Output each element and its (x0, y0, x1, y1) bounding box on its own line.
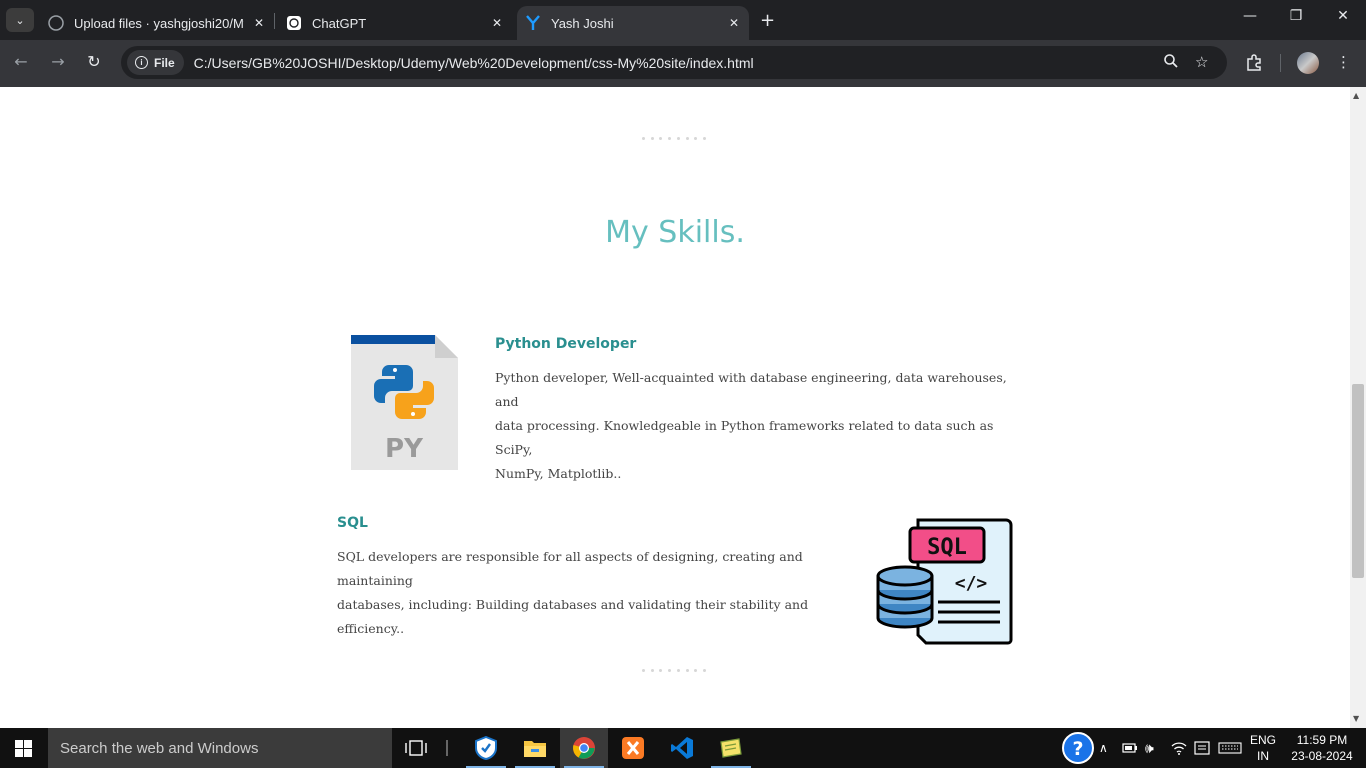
address-bar[interactable]: i File C:/Users/GB%20JOSHI/Desktop/Udemy… (121, 46, 1227, 79)
info-icon: i (135, 56, 148, 69)
close-tab-icon[interactable]: ✕ (254, 16, 264, 30)
bottom-dotted-divider (642, 669, 706, 673)
close-window-icon[interactable]: ✕ (1331, 8, 1355, 24)
profile-avatar[interactable] (1297, 52, 1319, 74)
svg-text:PY: PY (385, 434, 424, 464)
help-icon[interactable]: ? (1062, 728, 1094, 768)
skill-title-sql: SQL (337, 515, 368, 531)
vscode-icon[interactable] (658, 728, 706, 768)
forward-arrow-icon[interactable]: → (47, 52, 69, 71)
battery-icon[interactable] (1122, 728, 1138, 768)
site-info-chip[interactable]: i File (127, 50, 184, 75)
tab-search-button[interactable]: ⌄ (6, 8, 34, 32)
close-tab-icon[interactable]: ✕ (492, 16, 502, 30)
search-placeholder: Search the web and Windows (60, 739, 259, 757)
close-tab-icon[interactable]: ✕ (729, 16, 739, 30)
url-text[interactable]: C:/Users/GB%20JOSHI/Desktop/Udemy/Web%20… (194, 55, 754, 71)
zoom-icon[interactable] (1163, 53, 1179, 73)
extensions-icon[interactable] (1245, 53, 1263, 75)
tab-title: Yash Joshi (551, 15, 614, 31)
scroll-up-arrow-icon[interactable]: ▲ (1353, 91, 1359, 100)
skill-description-python: Python developer, Well-acquainted with d… (495, 370, 1007, 481)
task-view-icon[interactable] (392, 728, 440, 768)
taskbar-separator (446, 740, 448, 756)
new-tab-button[interactable]: + (760, 10, 775, 31)
svg-text:SQL: SQL (927, 535, 967, 560)
svg-text:</>: </> (955, 573, 988, 594)
tab-chatgpt[interactable]: ChatGPT ✕ (280, 6, 512, 40)
chevron-down-icon: ⌄ (15, 13, 25, 27)
chrome-icon[interactable] (560, 728, 608, 768)
skill-description-sql: SQL developers are responsible for all a… (337, 549, 809, 636)
browser-toolbar: ← → ↻ i File C:/Users/GB%20JOSHI/Desktop… (0, 40, 1366, 87)
file-explorer-icon[interactable] (511, 728, 559, 768)
taskbar-search-box[interactable]: Search the web and Windows (48, 728, 392, 768)
volume-icon[interactable]: 🕪 (1145, 728, 1154, 768)
chip-label: File (154, 55, 175, 70)
clock-date: 23-08-2024 (1291, 749, 1353, 763)
tab-divider (274, 13, 275, 29)
svg-text:?: ? (1072, 738, 1083, 760)
top-dotted-divider (642, 137, 706, 141)
tab-upload-files[interactable]: Upload files · yashgjoshi20/My- ✕ (42, 6, 274, 40)
back-arrow-icon[interactable]: ← (10, 52, 32, 71)
chatgpt-icon (286, 15, 302, 31)
wifi-icon[interactable] (1171, 728, 1187, 768)
clock-time: 11:59 PM (1296, 733, 1348, 747)
scrollbar-thumb[interactable] (1352, 384, 1364, 578)
toolbar-divider (1280, 54, 1281, 72)
language-indicator[interactable]: ENG IN (1250, 728, 1276, 768)
section-heading: My Skills. (605, 215, 745, 250)
clock[interactable]: 11:59 PM 23-08-2024 (1290, 728, 1354, 768)
scroll-down-arrow-icon[interactable]: ▼ (1353, 714, 1359, 723)
y-logo-icon (525, 15, 541, 31)
restore-icon[interactable]: ❐ (1284, 8, 1308, 24)
taskbar-app-shield-icon[interactable] (462, 728, 510, 768)
show-hidden-icons-icon[interactable]: ∧ (1099, 728, 1108, 768)
tab-strip: ⌄ Upload files · yashgjoshi20/My- ✕ Chat… (0, 0, 1366, 40)
windows-taskbar: Search the web and Windows ? ∧ 🕪 ENG IN … (0, 728, 1366, 768)
xampp-icon[interactable] (609, 728, 657, 768)
menu-dots-icon[interactable]: ⋮ (1336, 53, 1351, 71)
tab-yash-joshi[interactable]: Yash Joshi ✕ (517, 6, 749, 40)
tab-title: Upload files · yashgjoshi20/My- (74, 15, 244, 31)
sql-database-icon: SQL </> (876, 518, 1014, 645)
skill-title-python: Python Developer (495, 336, 637, 352)
windows-start-icon[interactable] (15, 740, 32, 757)
minimize-icon[interactable]: — (1238, 8, 1262, 24)
python-file-icon: PY (351, 335, 458, 470)
web-page: My Skills. PY Python Developer Python de… (0, 87, 1350, 728)
reload-icon[interactable]: ↻ (83, 52, 105, 71)
notification-icon[interactable] (1194, 728, 1210, 768)
bookmark-star-icon[interactable]: ☆ (1195, 53, 1208, 71)
keyboard-icon[interactable] (1218, 728, 1242, 768)
github-icon (48, 15, 64, 31)
tab-title: ChatGPT (312, 15, 367, 31)
notes-app-icon[interactable] (707, 728, 755, 768)
